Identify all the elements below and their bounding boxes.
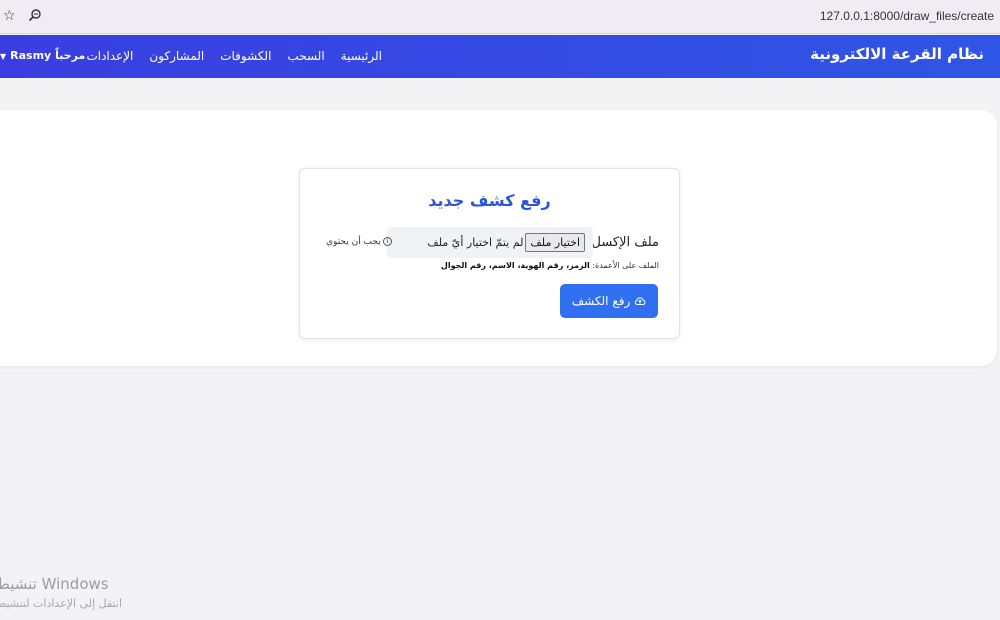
user-greeting: مرحباً Rasmy (10, 49, 86, 62)
zoom-icon[interactable] (28, 8, 42, 22)
bookmark-star-icon[interactable]: ☆ (3, 7, 16, 25)
nav-link-participants[interactable]: المشاركون (149, 49, 204, 63)
nav-links: الرئيسية السحب الكشوفات المشاركون الإعدا… (86, 49, 382, 63)
top-navbar: نظام القرعة الالكترونية الرئيسية السحب ا… (0, 35, 1000, 78)
address-bar-url[interactable]: 127.0.0.1:8000/draw_files/create (820, 9, 994, 23)
columns-hint: الملف على الأعمدة: الرمز، رقم الهوية، ال… (441, 261, 659, 270)
upload-submit-button[interactable]: رفع الكشف (560, 284, 658, 318)
cloud-upload-icon (635, 297, 646, 305)
hint-lead: iيجب أن يحتوي (326, 237, 392, 247)
excel-file-input[interactable]: اختيار ملف لم يتمّ اختيار أيّ ملف (387, 227, 593, 258)
info-icon: i (382, 237, 392, 246)
windows-activation-subtitle: انتقل إلى الإعدادات لتنشيط (0, 597, 122, 610)
nav-link-home[interactable]: الرئيسية (341, 49, 382, 63)
hint-prefix: الملف على الأعمدة: (592, 261, 659, 270)
hint-lead-text: يجب أن يحتوي (326, 237, 381, 247)
browser-toolbar: ☆ 127.0.0.1:8000/draw_files/create (0, 0, 1000, 34)
windows-activation-title: تنشيط Windows (0, 575, 109, 593)
upload-form-card: رفع كشف جديد ملف الإكسل اختيار ملف لم يت… (299, 168, 680, 339)
user-menu[interactable]: ▼ مرحباً Rasmy (0, 49, 85, 62)
hint-columns: الرمز، رقم الهوية، الاسم، رقم الجوال (440, 261, 590, 270)
file-status-text: لم يتمّ اختيار أيّ ملف (427, 236, 524, 249)
nav-link-draw[interactable]: السحب (287, 49, 324, 63)
nav-link-settings[interactable]: الإعدادات (86, 49, 133, 63)
nav-link-lists[interactable]: الكشوفات (220, 49, 271, 63)
excel-file-label: ملف الإكسل (591, 235, 659, 250)
choose-file-button[interactable]: اختيار ملف (525, 233, 585, 252)
form-title: رفع كشف جديد (428, 191, 551, 210)
brand-title[interactable]: نظام القرعة الالكترونية (810, 45, 984, 63)
upload-submit-label: رفع الكشف (571, 294, 631, 308)
caret-down-icon: ▼ (0, 52, 7, 61)
